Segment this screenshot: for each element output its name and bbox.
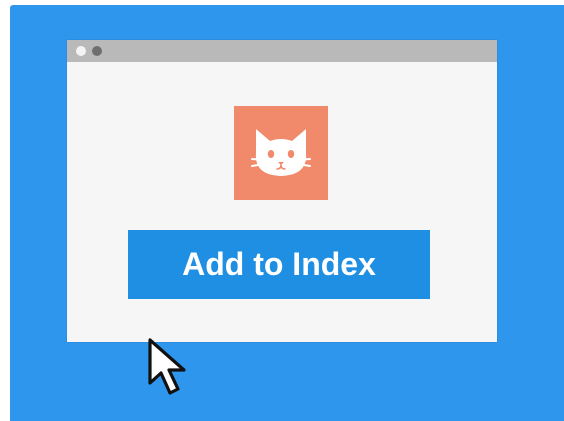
minimize-dot-icon[interactable]	[92, 46, 102, 56]
mouse-pointer-icon	[148, 338, 186, 395]
illustration: Add to Index	[0, 0, 564, 421]
add-to-index-button[interactable]: Add to Index	[128, 230, 430, 299]
browser-window: Add to Index	[67, 40, 497, 342]
close-dot-icon[interactable]	[76, 46, 86, 56]
cat-logo	[234, 106, 328, 200]
window-titlebar	[67, 40, 497, 62]
cat-face-icon	[251, 129, 311, 176]
